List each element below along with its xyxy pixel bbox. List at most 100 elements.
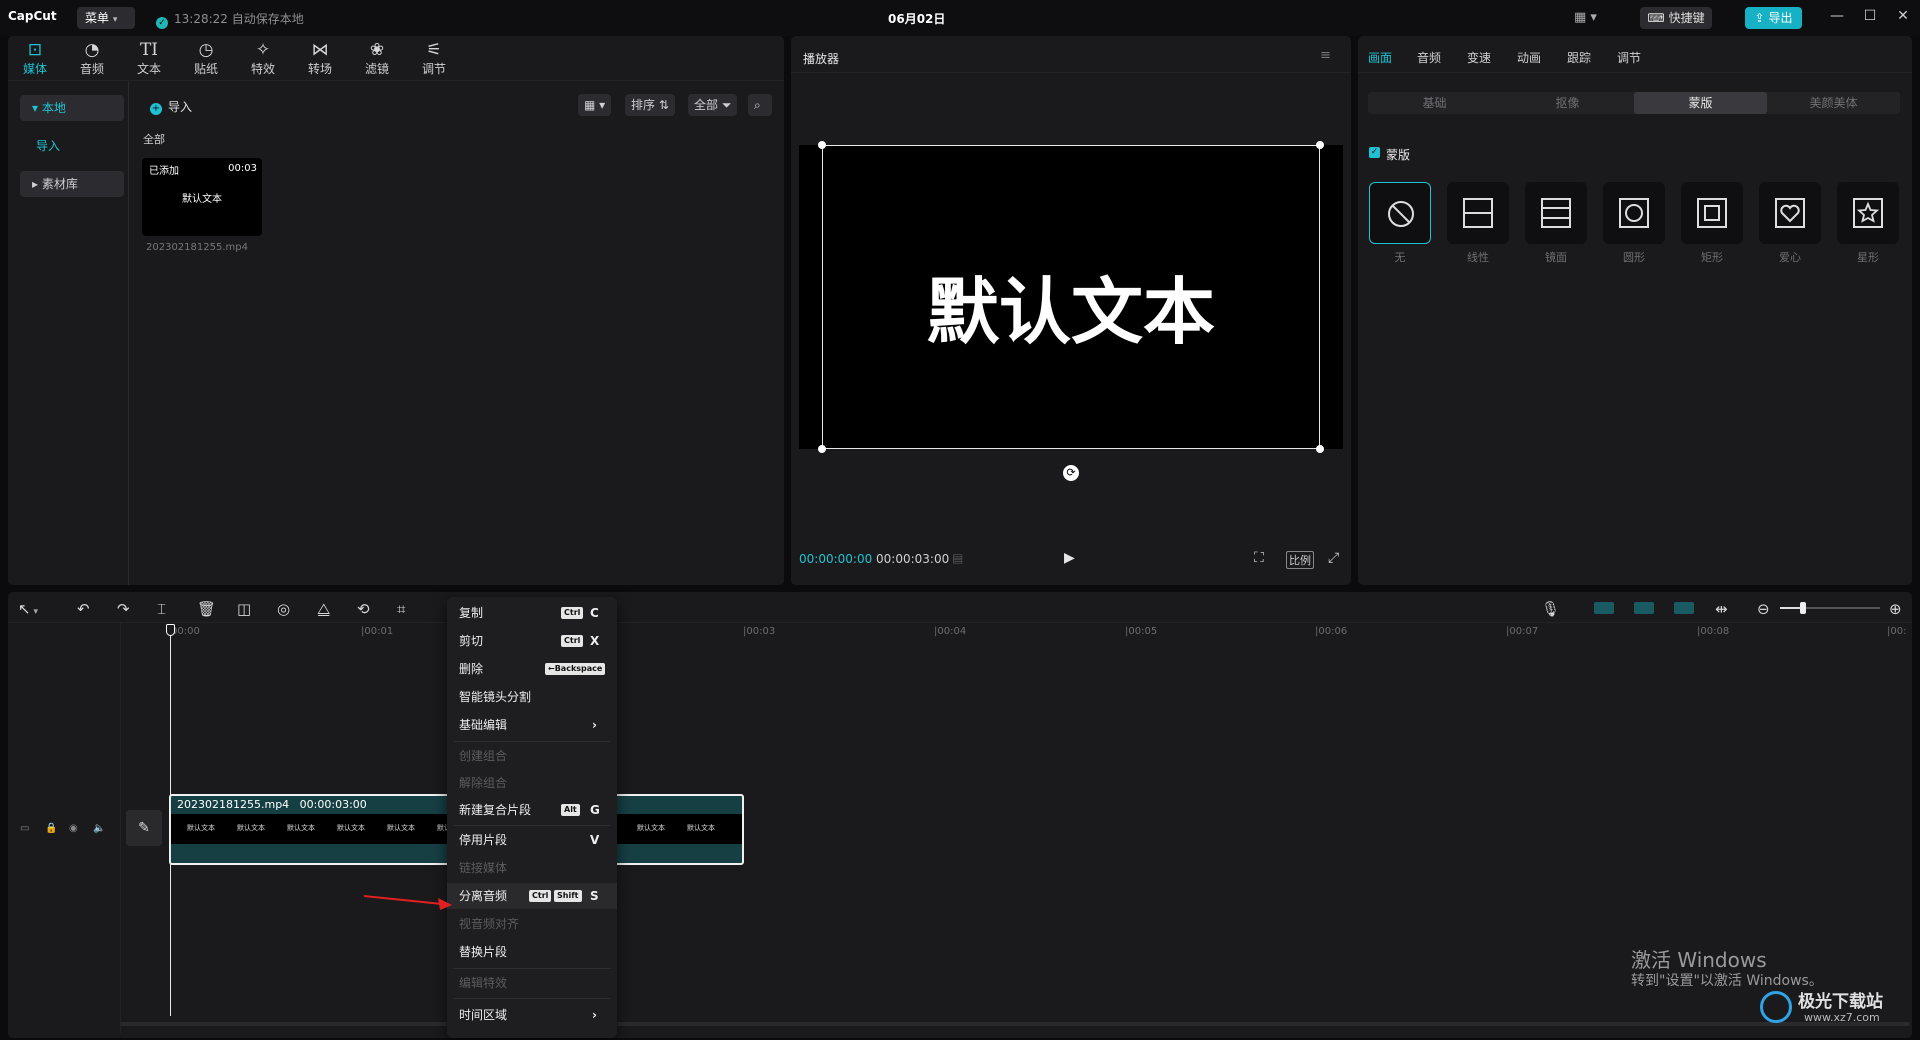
mask-rectangle[interactable] [1681, 182, 1743, 244]
mask-mirror[interactable] [1525, 182, 1587, 244]
resize-handle[interactable] [1316, 141, 1324, 149]
rotate-tool-icon[interactable]: ⟲ [357, 600, 370, 618]
menu-item-separate-audio[interactable]: 分离音频 Ctrl Shift S [447, 883, 617, 909]
waveform-icon[interactable]: ▤ [952, 551, 963, 565]
freeze-icon[interactable]: ◫ [237, 600, 251, 618]
view-toggle[interactable]: ▦ ▾ [578, 94, 612, 116]
reverse-icon[interactable]: ◎ [277, 600, 290, 618]
menu-item-replace-clip[interactable]: 替换片段 [447, 939, 617, 965]
fullscreen-icon[interactable]: ⤢ [1328, 550, 1339, 566]
menu-item-label: 删除 [459, 662, 484, 676]
tool-effects[interactable]: ✧ 特效 [240, 40, 286, 77]
zoom-in-icon[interactable]: ⊕ [1889, 600, 1902, 618]
maximize-icon[interactable]: ☐ [1860, 8, 1880, 24]
fit-icon[interactable]: ⛶ [1254, 550, 1264, 566]
filter-button[interactable]: 全部 ⏷ [688, 94, 738, 116]
timeline-scrollbar[interactable] [120, 1022, 1910, 1026]
close-icon[interactable]: ✕ [1893, 8, 1913, 24]
menu-item-cut[interactable]: 剪切 Ctrl X [447, 628, 617, 654]
shortcut-button[interactable]: ⌨ 快捷键 [1640, 7, 1712, 29]
select-tool-icon[interactable]: ↖ ▾ [18, 600, 38, 618]
tool-sticker[interactable]: ◷ 贴纸 [183, 40, 229, 77]
zoom-out-icon[interactable]: ⊖ [1757, 600, 1770, 618]
mask-circle[interactable] [1603, 182, 1665, 244]
split-icon[interactable]: ⌶ [157, 600, 166, 618]
subtab-basic[interactable]: 基础 [1368, 92, 1501, 114]
lock-icon[interactable]: 🔒 [45, 823, 57, 834]
layout-icon[interactable]: ▦ ▾ [1574, 10, 1597, 25]
mask-none[interactable] [1369, 182, 1431, 244]
menu-item-av-align[interactable]: 视音频对齐 [447, 911, 617, 937]
tool-text[interactable]: TI 文本 [126, 40, 172, 77]
mask-linear[interactable] [1447, 182, 1509, 244]
menu-item-link-media[interactable]: 链接媒体 [447, 855, 617, 881]
mask-star[interactable] [1837, 182, 1899, 244]
import-button[interactable]: + 导入 [150, 98, 192, 115]
tool-transition[interactable]: ⋈ 转场 [297, 40, 343, 77]
menu-button[interactable]: 菜单 ▾ [77, 7, 135, 29]
tool-media[interactable]: ⊡ 媒体 [12, 40, 58, 77]
tab-animation[interactable]: 动画 [1517, 49, 1541, 66]
delete-icon[interactable]: 🗑 [197, 600, 216, 618]
sidebar-item-local[interactable]: ▾ 本地 [20, 95, 124, 121]
menu-item-smart-split[interactable]: 智能镜头分割 [447, 684, 617, 710]
project-title[interactable]: 06月02日 [888, 10, 945, 27]
tab-adjust[interactable]: 调节 [1617, 49, 1641, 66]
clip-duration: 00:03 [228, 163, 257, 174]
menu-item-basic-edit[interactable]: 基础编辑 › [447, 712, 617, 738]
ratio-button[interactable]: 比例 [1286, 551, 1314, 569]
tool-audio[interactable]: ◔ 音频 [69, 40, 115, 77]
mask-checkbox[interactable]: ✓ [1369, 147, 1380, 158]
subtab-cutout[interactable]: 抠像 [1501, 92, 1634, 114]
subtab-mask[interactable]: 蒙版 [1634, 92, 1767, 114]
menu-item-new-compound[interactable]: 新建复合片段 Alt G [447, 797, 617, 823]
rotate-icon[interactable]: ⟳ [1063, 465, 1079, 481]
menu-item-copy[interactable]: 复制 Ctrl C [447, 600, 617, 626]
tab-tracking[interactable]: 跟踪 [1567, 49, 1591, 66]
eye-icon[interactable]: ◉ [69, 823, 78, 834]
export-button[interactable]: ⇪ 导出 [1745, 7, 1802, 29]
tool-filter[interactable]: ❀ 滤镜 [354, 40, 400, 77]
crop-icon[interactable]: ⌗ [397, 600, 405, 618]
subtab-beauty[interactable]: 美颜美体 [1767, 92, 1900, 114]
preview-axis-toggle[interactable] [1674, 602, 1694, 614]
mask-heart[interactable] [1759, 182, 1821, 244]
tab-speed[interactable]: 变速 [1467, 49, 1491, 66]
menu-item-create-group[interactable]: 创建组合 [447, 743, 617, 769]
track-cover-icon[interactable]: ▭ [20, 823, 29, 834]
playhead[interactable] [170, 626, 171, 1016]
search-button[interactable]: ⌕ [748, 94, 772, 116]
menu-icon[interactable]: ≡ [1320, 48, 1331, 63]
sort-button[interactable]: 排序 ⇅ [625, 94, 675, 116]
link-toggle[interactable] [1634, 602, 1654, 614]
split-view-icon[interactable]: ⇹ [1715, 600, 1728, 618]
play-icon[interactable]: ▶ [1064, 550, 1075, 566]
menu-item-edit-effects[interactable]: 编辑特效 [447, 970, 617, 996]
media-clip-thumbnail[interactable]: 已添加 00:03 默认文本 [142, 158, 262, 236]
mirror-icon[interactable]: ⧋ [317, 600, 330, 618]
menu-separator [453, 968, 611, 969]
undo-icon[interactable]: ↶ [77, 600, 90, 618]
menu-item-time-range[interactable]: 时间区域 › [447, 1002, 617, 1028]
edit-cover-button[interactable]: ✎ [126, 810, 162, 846]
redo-icon[interactable]: ↷ [117, 600, 130, 618]
zoom-slider-handle[interactable] [1800, 602, 1806, 614]
menu-item-ungroup[interactable]: 解除组合 [447, 770, 617, 796]
divider [8, 622, 1912, 623]
mic-icon[interactable]: 🎙 [1541, 600, 1560, 618]
tool-adjust[interactable]: ⚟ 调节 [411, 40, 457, 77]
sidebar-item-import[interactable]: 导入 [20, 133, 124, 159]
frame-text: 默认文本 [387, 824, 415, 832]
resize-handle[interactable] [1316, 445, 1324, 453]
minimize-icon[interactable]: — [1827, 8, 1847, 24]
sidebar-item-library[interactable]: ▸ 素材库 [20, 171, 124, 197]
menu-item-delete[interactable]: 删除 ←Backspace [447, 656, 617, 682]
snap-toggle[interactable] [1594, 602, 1614, 614]
tab-audio[interactable]: 音频 [1417, 49, 1441, 66]
resize-handle[interactable] [818, 141, 826, 149]
volume-icon[interactable]: 🔈 [93, 823, 105, 834]
playhead-handle[interactable] [166, 624, 175, 636]
tab-picture[interactable]: 画面 [1368, 49, 1392, 66]
menu-item-disable-clip[interactable]: 停用片段 V [447, 827, 617, 853]
resize-handle[interactable] [818, 445, 826, 453]
